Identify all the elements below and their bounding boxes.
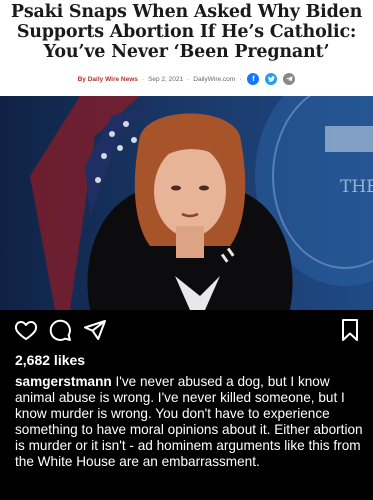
article-headline: Psaki Snaps When Asked Why Biden Support…	[10, 2, 363, 62]
byline-separator: ·	[239, 75, 242, 83]
heart-icon[interactable]	[14, 318, 38, 342]
twitter-icon[interactable]	[265, 73, 278, 85]
article-card[interactable]: Psaki Snaps When Asked Why Biden Support…	[0, 0, 373, 96]
article-byline: By Daily Wire News · Sep 2, 2021 · Daily…	[0, 70, 373, 88]
post-caption: samgerstmann I've never abused a dog, bu…	[15, 374, 365, 470]
facebook-icon[interactable]: f	[247, 73, 260, 85]
share-icon[interactable]	[83, 318, 107, 342]
article-photo: THE	[0, 96, 373, 310]
post-action-bar	[0, 310, 373, 350]
podium-seal-text: THE	[340, 177, 373, 197]
bookmark-icon[interactable]	[338, 318, 362, 342]
comment-icon[interactable]	[48, 318, 72, 342]
telegram-icon[interactable]	[283, 73, 296, 85]
likes-count[interactable]: 2,682 likes	[15, 352, 85, 368]
article-date: Sep 2, 2021	[148, 75, 184, 83]
byline-separator: ·	[141, 75, 145, 83]
article-author: By Daily Wire News	[77, 75, 138, 83]
caption-username[interactable]: samgerstmann	[15, 374, 112, 389]
article-source: DailyWire.com	[193, 75, 236, 83]
byline-separator: ·	[187, 75, 190, 83]
